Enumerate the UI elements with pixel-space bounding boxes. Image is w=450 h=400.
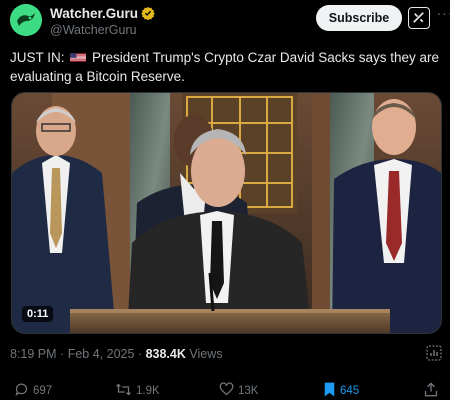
tweet-video[interactable]: 0:11 xyxy=(11,92,442,334)
verified-badge-icon xyxy=(141,6,155,20)
account-name-text[interactable]: Watcher.Guru xyxy=(50,6,138,21)
video-duration: 0:11 xyxy=(22,306,54,322)
tweet-prefix: JUST IN: xyxy=(10,50,65,65)
heart-icon xyxy=(219,382,234,396)
share-icon xyxy=(424,382,438,397)
grok-icon[interactable] xyxy=(408,7,430,29)
meta-separator: · xyxy=(60,347,65,361)
tweet-actions: 697 1.9K 13K 645 xyxy=(0,378,450,400)
tweet-date[interactable]: Feb 4, 2025 xyxy=(68,347,135,361)
grok-glyph xyxy=(413,12,424,23)
repost-count: 1.9K xyxy=(136,385,160,397)
repost-button[interactable]: 1.9K xyxy=(115,382,160,398)
reply-icon xyxy=(15,383,28,396)
repost-icon xyxy=(116,383,131,396)
account-name[interactable]: Watcher.Guru xyxy=(50,6,155,21)
analytics-glyph xyxy=(426,345,442,361)
views-count: 838.4K xyxy=(145,347,186,361)
meta-separator-2: · xyxy=(137,347,143,361)
views-label: Views xyxy=(189,347,223,361)
more-dots-icon[interactable]: ··· xyxy=(436,6,450,26)
tweet-meta: 8:19 PM · Feb 4, 2025 · 838.4K Views xyxy=(10,347,222,361)
bookmark-count: 645 xyxy=(340,385,360,397)
video-frame xyxy=(12,93,441,333)
tweet-text: JUST IN: President Trump's Crypto Czar D… xyxy=(10,48,440,86)
avatar[interactable] xyxy=(10,4,42,36)
reply-count: 697 xyxy=(33,385,53,397)
analytics-icon[interactable] xyxy=(426,345,442,361)
tweet-time[interactable]: 8:19 PM xyxy=(10,347,57,361)
account-handle[interactable]: @WatcherGuru xyxy=(50,23,137,37)
bookmark-button[interactable]: 645 xyxy=(323,382,359,398)
bookmark-icon xyxy=(324,382,335,397)
like-button[interactable]: 13K xyxy=(219,382,258,398)
us-flag-icon xyxy=(70,53,87,62)
share-button[interactable] xyxy=(424,382,442,398)
reply-button[interactable]: 697 xyxy=(14,382,52,398)
subscribe-button[interactable]: Subscribe xyxy=(316,5,402,31)
like-count: 13K xyxy=(238,385,259,397)
avatar-logo xyxy=(10,4,42,36)
tweet-header: Watcher.Guru @WatcherGuru Subscribe ··· xyxy=(10,2,450,40)
